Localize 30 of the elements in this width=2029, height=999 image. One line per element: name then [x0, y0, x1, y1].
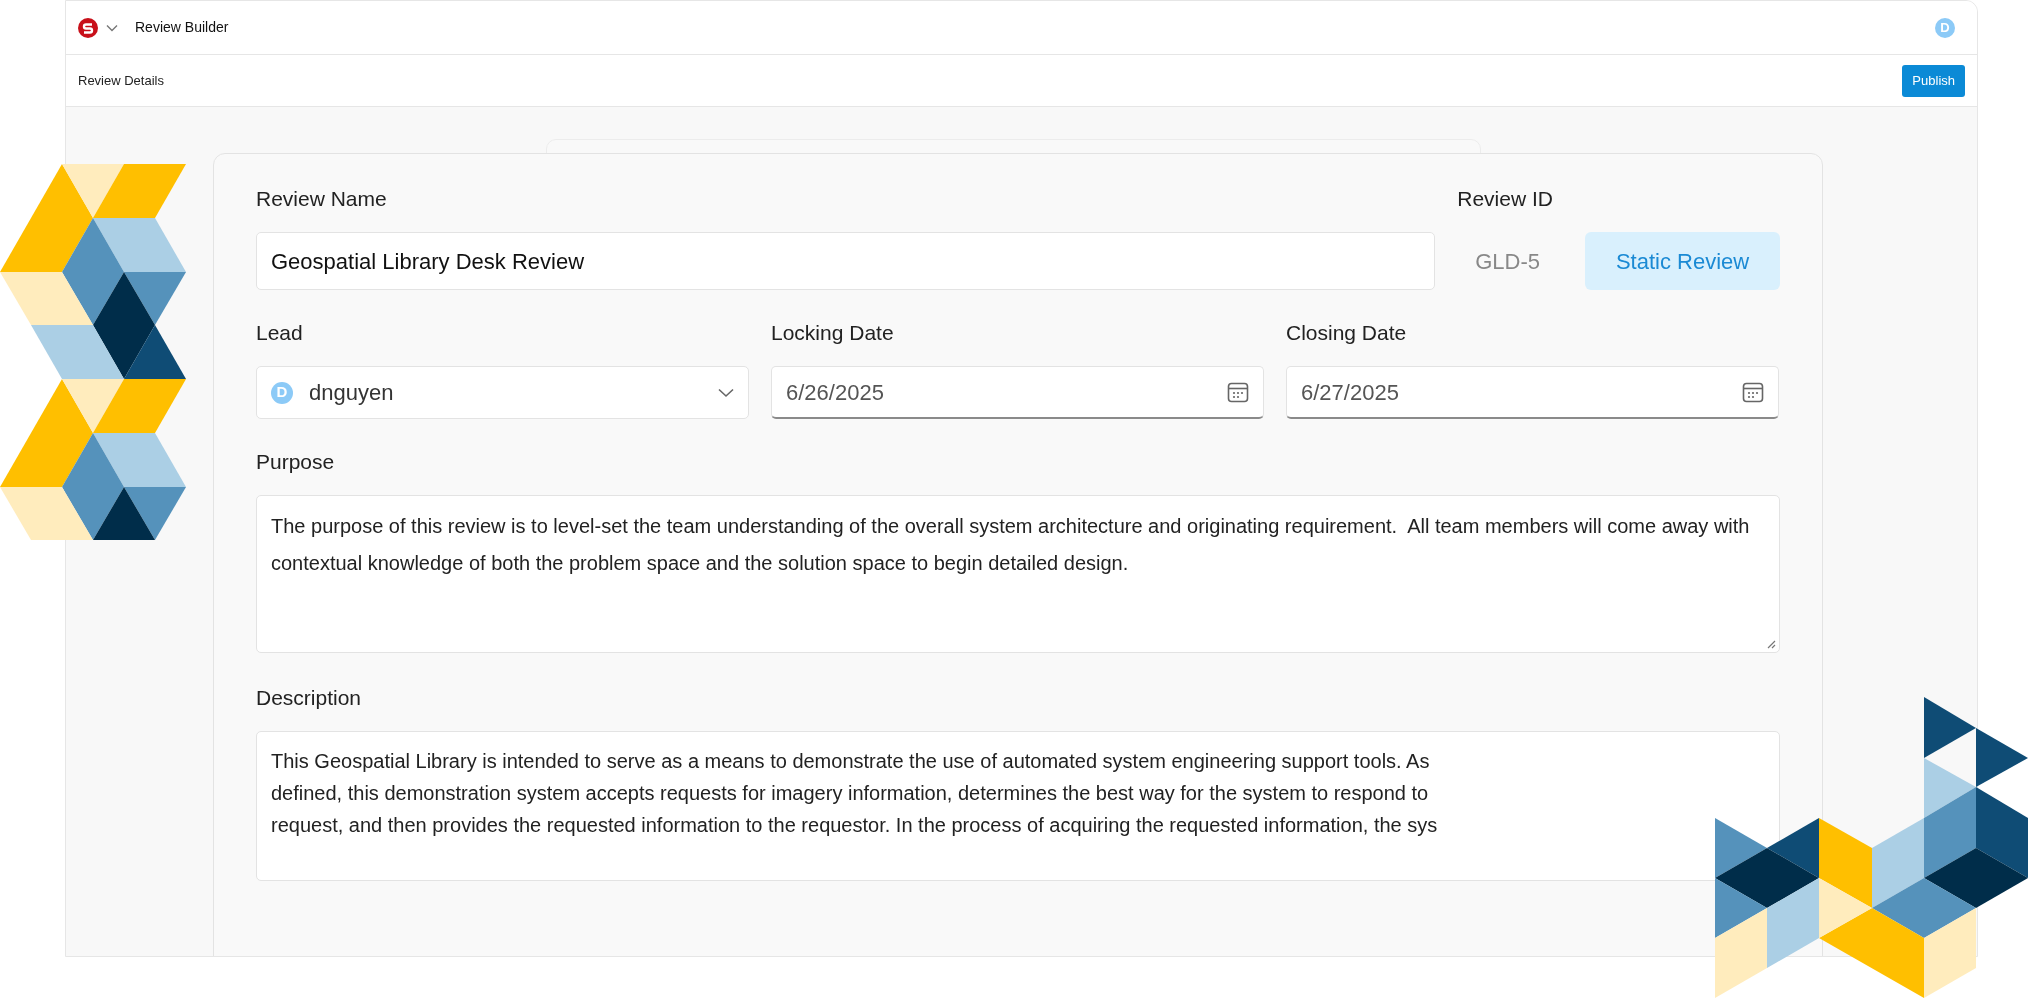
- field-label: Locking Date: [771, 320, 895, 346]
- page-title: Review Details: [78, 71, 164, 90]
- resize-handle-icon[interactable]: [1766, 639, 1776, 649]
- field-label: Lead: [256, 320, 304, 346]
- description-text-line: request, and then provides the requested information to the requestor. In the process of acquiring the requested information, the sys: [271, 813, 1439, 838]
- lead-value: dnguyen: [309, 379, 394, 407]
- calendar-icon[interactable]: [1742, 381, 1764, 403]
- field-label: Review Name: [256, 186, 388, 212]
- description-field[interactable]: [256, 731, 1780, 881]
- field-label: Review ID: [1457, 186, 1554, 212]
- chevron-down-icon[interactable]: [106, 23, 118, 32]
- purpose-text: The purpose of this review is to level-set the team understanding of the overall system architecture and originating requirement. All team members will come away with contextual knowledge of both the problem space and the solution space to begin detailed design.: [271, 514, 1751, 576]
- app-title: Review Builder: [135, 18, 229, 37]
- date-field[interactable]: 6/27/2025: [1286, 366, 1779, 419]
- field-label: Closing Date: [1286, 320, 1408, 346]
- description-text-line: defined, this demonstration system accepts requests for imagery information, determines the best way for the system to respond to: [271, 781, 1430, 806]
- review-id-value: GLD-5: [1474, 247, 1541, 276]
- calendar-icon[interactable]: [1227, 381, 1249, 403]
- field-label: Purpose: [256, 449, 336, 475]
- field-label: Description: [256, 685, 363, 711]
- review-type-badge: Static Review: [1585, 232, 1780, 290]
- logo-icon[interactable]: [78, 17, 98, 38]
- description-text-line: This Geospatial Library is intended to serve as a means to demonstrate the use of automated system engineering support tools. As: [271, 749, 1431, 774]
- chevron-down-icon: [718, 387, 734, 398]
- purpose-field[interactable]: [256, 495, 1780, 653]
- publish-button[interactable]: Publish: [1902, 64, 1965, 97]
- user-avatar: D: [271, 381, 293, 404]
- date-field[interactable]: 6/26/2025: [771, 366, 1264, 419]
- lead-dropdown[interactable]: D dnguyen: [256, 366, 749, 419]
- review-name-field[interactable]: Geospatial Library Desk Review: [256, 232, 1436, 290]
